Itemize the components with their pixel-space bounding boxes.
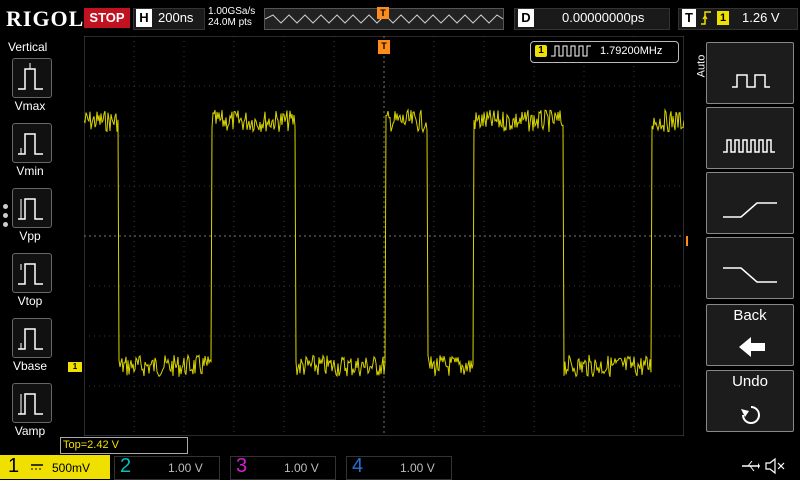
delay-label: D [518,9,534,27]
memory-depth: 24.0M pts [208,17,252,28]
run-stop-button[interactable]: STOP [84,8,130,28]
square-wave-button[interactable] [706,42,794,104]
undo-button[interactable]: Undo [706,370,794,432]
measure-vpp-button[interactable] [12,188,52,228]
measure-vmax-button[interactable] [12,58,52,98]
vamp-icon [18,393,43,415]
ch3-scale: 1.00 V [284,461,319,475]
vmin-icon [18,133,43,155]
multi-pulse-icon [723,139,775,153]
frequency-value: 1.79200MHz [600,45,663,57]
delay-value: 0.00000000ps [562,10,645,25]
ch1-offset-marker: 1 [68,362,82,372]
trigger-edge-icon [701,11,711,25]
ch2-scale: 1.00 V [168,461,203,475]
ch4-scale: 1.00 V [400,461,435,475]
square-wave-icon [732,74,770,88]
ch2-number: 2 [120,455,132,477]
trigger-box[interactable] [678,8,798,30]
page-dot [3,222,8,227]
page-dot [3,204,8,209]
sample-rate-readout: 1.00GSa/s 24.0M pts [208,6,255,28]
frequency-channel: 1 [535,45,547,57]
measure-vtop-button[interactable] [12,253,52,293]
measure-label: Vmin [16,164,44,178]
measure-label: Vamp [14,424,46,438]
falling-edge-button[interactable] [706,237,794,299]
vpp-icon [18,198,43,220]
measure-label: Vmax [14,99,46,113]
trigger-label: T [682,9,696,27]
multi-period-button[interactable] [706,107,794,169]
rising-edge-icon [723,202,777,218]
trigger-source-channel: 1 [717,11,729,25]
ch1-scale: 500mV [52,461,91,475]
measure-vamp-button[interactable] [12,383,52,423]
brand-logo: RIGOL [6,6,85,31]
pulse-icon [551,45,591,57]
measure-vbase-button[interactable] [12,318,52,358]
speaker-mute-icon[interactable] [764,457,786,475]
horizontal-label: H [136,9,152,27]
ch4-number: 4 [352,455,364,477]
page-dot [3,213,8,218]
trigger-position-marker: T [377,7,389,19]
dc-coupling-icon [31,464,43,470]
measure-vmin-button[interactable] [12,123,52,163]
measure-label: Vtop [17,294,43,308]
undo-icon [741,406,760,424]
usb-icon [742,460,760,472]
falling-edge-icon [723,267,777,283]
waveform-display[interactable] [84,36,684,436]
sample-rate: 1.00GSa/s [208,6,256,17]
rising-edge-button[interactable] [706,172,794,234]
menu-title: Vertical [8,40,48,54]
measure-label: Vbase [12,359,48,373]
ch3-number: 3 [236,455,248,477]
trigger-time-marker: T [378,40,390,54]
ch1-number: 1 [8,455,20,477]
timebase-value: 200ns [158,10,194,25]
vtop-icon [18,263,43,285]
measurement-readout: Top=2.42 V [60,437,188,454]
vbase-icon [18,328,43,350]
measure-label: Vpp [19,229,41,243]
vmax-icon [18,63,43,90]
back-button[interactable]: Back [706,304,794,366]
back-arrow-icon [739,337,765,357]
trigger-level: 1.26 V [742,10,780,25]
